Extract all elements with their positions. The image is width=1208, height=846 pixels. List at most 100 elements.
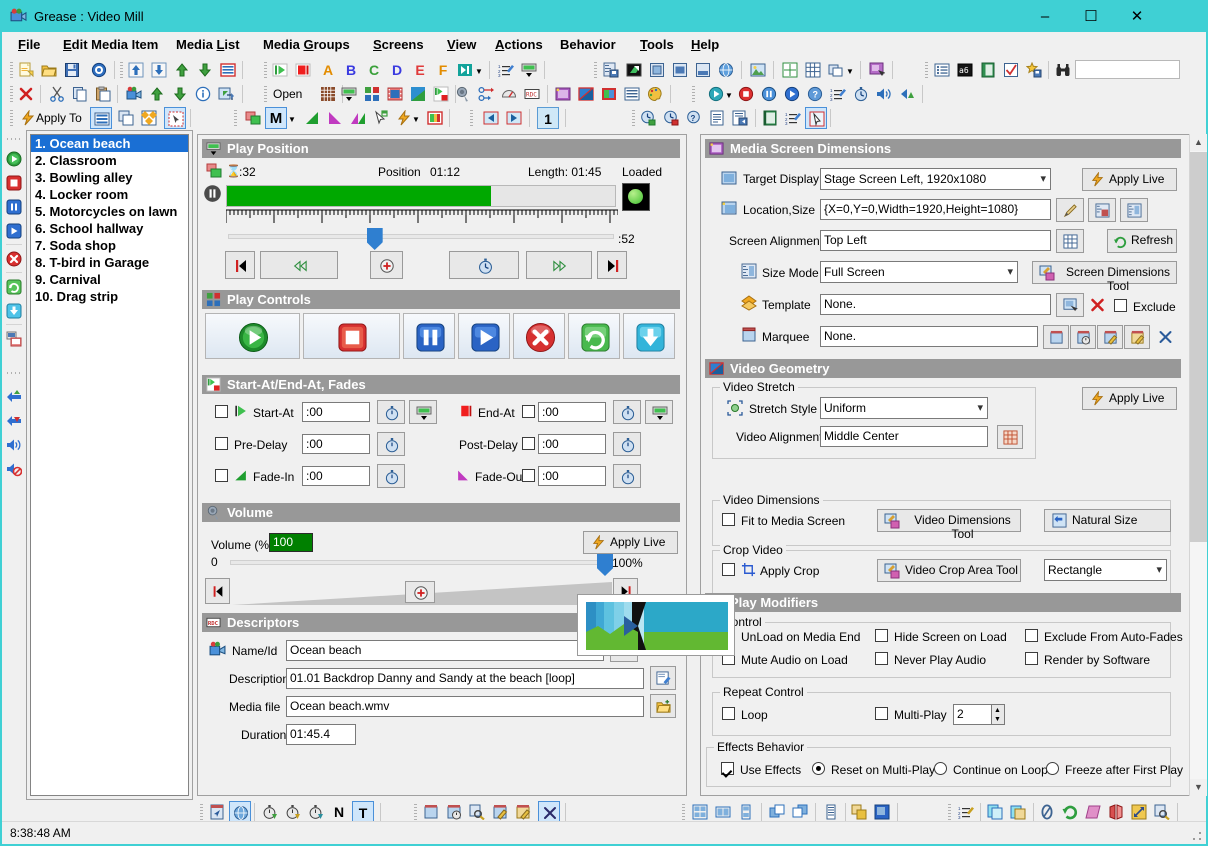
media-list-item[interactable]: 3. Bowling alley [31, 169, 188, 186]
toolbar-grip[interactable] [7, 136, 21, 142]
cut-icon[interactable] [46, 83, 68, 105]
vt-mute-icon[interactable] [3, 458, 25, 480]
end-at-timer-button[interactable] [613, 400, 641, 424]
external-window-icon[interactable] [215, 83, 237, 105]
spinner-up-icon[interactable]: ▲ [994, 707, 1001, 714]
media-list-item[interactable]: 10. Drag strip [31, 288, 188, 305]
screen-arrow-icon[interactable] [623, 59, 645, 81]
volume-value-input[interactable]: 100 [269, 533, 313, 552]
media-list-item[interactable]: 8. T-bird in Garage [31, 254, 188, 271]
freeze-after-first-play-radio[interactable] [1046, 762, 1059, 775]
media-list-item[interactable]: 1. Ocean beach [31, 135, 188, 152]
bt-flip-icon[interactable] [1105, 801, 1127, 823]
pause-button[interactable] [403, 313, 455, 359]
name-id-input[interactable]: Ocean beach [286, 640, 604, 661]
arrow-up-icon[interactable] [146, 83, 168, 105]
add-marker-button[interactable] [370, 251, 403, 279]
fade-out-checkbox[interactable] [522, 469, 535, 482]
play-next-icon[interactable] [454, 59, 476, 81]
toolbar-grip[interactable] [200, 804, 203, 820]
vt-volume-up-icon[interactable] [3, 434, 25, 456]
measure-save-icon[interactable] [600, 59, 622, 81]
location-size-input[interactable]: {X=0,Y=0,Width=1920,Height=1080} [820, 199, 1051, 220]
rgb-screen-icon[interactable] [424, 107, 446, 129]
marquee-input[interactable]: None. [820, 326, 1038, 347]
green-book-icon[interactable] [759, 107, 781, 129]
stop-button[interactable] [303, 313, 400, 359]
fade-out-input[interactable]: :00 [538, 466, 606, 486]
marquee-history-button[interactable] [1070, 325, 1096, 349]
hex-values-icon[interactable]: a6 [954, 59, 976, 81]
multi-play-checkbox[interactable] [875, 707, 888, 720]
bt-cascade-icon[interactable] [848, 801, 870, 823]
apply-to-list-icon[interactable] [90, 107, 112, 129]
video-geometry-icon[interactable] [575, 83, 597, 105]
end-at-screen-button[interactable] [645, 400, 673, 424]
stop-round-icon[interactable] [735, 83, 757, 105]
media-list-item[interactable]: 6. School hallway [31, 220, 188, 237]
menu-tools[interactable]: Tools [636, 36, 678, 53]
maximize-button[interactable]: ☐ [1068, 2, 1114, 32]
open-button[interactable]: Open [269, 83, 315, 105]
resume-button[interactable] [458, 313, 510, 359]
resize-grip[interactable] [1192, 831, 1202, 841]
media-list-item[interactable]: 7. Soda shop [31, 237, 188, 254]
toolbar-grip[interactable] [120, 62, 123, 78]
mode-m-button[interactable]: M [265, 107, 287, 129]
volume-apply-live-button[interactable]: Apply Live [583, 531, 678, 554]
window-duplicate-icon[interactable] [646, 59, 668, 81]
toolbar-grip[interactable] [632, 110, 635, 126]
green-screen-icon[interactable] [242, 107, 264, 129]
resume-round-icon[interactable] [781, 83, 803, 105]
play-button[interactable] [205, 313, 300, 359]
stretch-style-combo[interactable]: Uniform ▾ [820, 397, 988, 419]
vt-play-icon[interactable] [3, 148, 25, 170]
vt-reload-icon[interactable] [3, 276, 25, 298]
marquee-new-button[interactable] [1043, 325, 1069, 349]
envelope-add-point-button[interactable] [405, 581, 435, 603]
toolbar-grip[interactable] [10, 86, 13, 102]
template-clear-button[interactable] [1086, 293, 1110, 317]
never-play-audio-checkbox[interactable] [875, 652, 888, 665]
continue-on-loop-radio[interactable] [934, 762, 947, 775]
fast-forward-button[interactable] [526, 251, 592, 279]
properties-list-icon[interactable] [931, 59, 953, 81]
apply-crop-checkbox[interactable] [722, 563, 735, 576]
play-round-dropdown[interactable]: ▼ [724, 83, 734, 105]
pause-small-icon[interactable] [203, 184, 222, 203]
bt-marquee-new-icon[interactable] [420, 801, 442, 823]
fade-in-green-icon[interactable] [301, 107, 323, 129]
window-bottom-icon[interactable] [692, 59, 714, 81]
post-delay-timer-button[interactable] [613, 432, 641, 456]
hide-screen-on-load-checkbox[interactable] [875, 629, 888, 642]
new-document-icon[interactable] [15, 59, 37, 81]
scroll-up-arrow[interactable]: ▲ [1190, 134, 1207, 151]
bt-zero-icon[interactable] [1036, 801, 1058, 823]
bt-rotate-icon[interactable] [1059, 801, 1081, 823]
rewind-button[interactable] [260, 251, 338, 279]
load-button[interactable] [623, 313, 675, 359]
skip-to-start-button[interactable] [225, 251, 255, 279]
list-lines-icon[interactable] [217, 59, 239, 81]
screen-select-icon[interactable] [866, 59, 888, 81]
pre-delay-checkbox[interactable] [215, 437, 228, 450]
apply-to-layers-icon[interactable] [115, 107, 137, 129]
play-next-dropdown[interactable]: ▼ [474, 59, 484, 81]
toolbar-grip[interactable] [925, 62, 928, 78]
start-at-timer-button[interactable] [377, 400, 405, 424]
grid-icon[interactable] [802, 59, 824, 81]
toolbar-grip[interactable] [264, 62, 267, 78]
arrow-down-icon[interactable] [169, 83, 191, 105]
edit-numbered-icon[interactable]: 123 [782, 107, 804, 129]
volume-up-icon[interactable] [873, 83, 895, 105]
color-screen-icon[interactable] [598, 83, 620, 105]
toolbar-grip[interactable] [7, 370, 21, 376]
screen-alignment-input[interactable]: Top Left [820, 230, 1051, 251]
play-progress-bar[interactable] [226, 185, 616, 207]
target-display-combo[interactable]: Stage Screen Left, 1920x1080 ▾ [820, 168, 1051, 190]
letter-c-icon[interactable]: C [363, 59, 385, 81]
marquee-edit-button[interactable] [1097, 325, 1123, 349]
bt-paste-cyan-icon[interactable] [1007, 801, 1029, 823]
play-stop-marker-icon[interactable] [430, 83, 452, 105]
video-alignment-grid-button[interactable] [997, 425, 1023, 449]
